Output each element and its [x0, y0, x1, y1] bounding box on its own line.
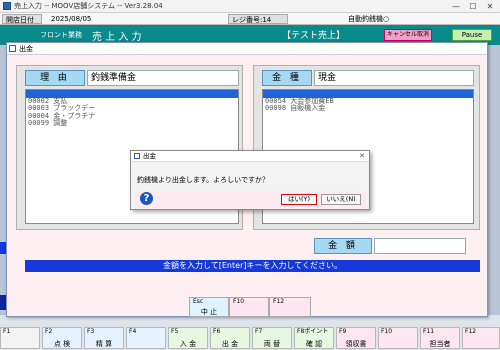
key-name: F6 — [213, 328, 221, 335]
confirm-title-bar: 出金 ✕ — [131, 151, 369, 162]
key-name: F9 — [339, 328, 347, 335]
window-title: 売上入力 -- MOOV店舗システム -- Ver3.28.04 — [14, 2, 163, 10]
function-key-bar: F1 F2 点 検 F3 精 算 F4 F5 入 金 F6 出 金 F7 両 替 F8ポイ… — [0, 326, 500, 350]
title-bar: 売上入力 -- MOOV店舗システム -- Ver3.28.04 — ☐ ✕ — [0, 0, 500, 13]
key-name: F12 — [273, 298, 285, 305]
minimize-button[interactable]: — — [448, 1, 464, 12]
info-bar: 開店日付 2025/08/05 レジ番号:14 自動釣銭機○ — [0, 13, 500, 25]
kind-label: 金 種 — [262, 70, 312, 86]
key-label: 確 認 — [305, 340, 323, 348]
f7-key[interactable]: F7 両 替 — [252, 327, 292, 349]
key-name: F5 — [171, 328, 179, 335]
key-label: 両 替 — [263, 340, 281, 348]
confirm-dialog: 出金 ✕ 釣銭機より出金します。よろしいですか？ ? はい(Y) いいえ(N) — [130, 150, 370, 210]
key-name: F2 — [45, 328, 53, 335]
amount-input[interactable] — [374, 238, 466, 254]
background-panel-right — [488, 45, 500, 315]
open-date-value: 2025/08/05 — [51, 15, 92, 23]
close-button[interactable]: ✕ — [482, 1, 498, 12]
reason-field[interactable]: 釣銭準備金 — [87, 70, 239, 86]
key-label: 出 金 — [221, 340, 239, 348]
list-item[interactable]: 00099 調整 — [26, 119, 238, 128]
question-icon: ? — [140, 192, 153, 205]
confirm-close-icon[interactable]: ✕ — [359, 151, 365, 161]
pause-button[interactable]: Pause — [452, 29, 492, 41]
f6-key[interactable]: F6 出 金 — [210, 327, 250, 349]
key-label: 入 金 — [179, 340, 197, 348]
open-date-label: 開店日付 — [2, 14, 42, 24]
key-name: F4 — [129, 328, 137, 335]
f2-key[interactable]: F2 点 検 — [42, 327, 82, 349]
no-button[interactable]: いいえ(N) — [321, 194, 361, 205]
key-name: F11 — [423, 328, 435, 335]
module-title: 売 上 入 力 — [92, 32, 142, 43]
key-name: F1 — [3, 328, 11, 335]
confirm-app-icon — [134, 153, 140, 159]
key-name: F3 — [87, 328, 95, 335]
amount-label: 金 額 — [314, 238, 372, 254]
auto-changer-status: 自動釣銭機○ — [348, 15, 390, 23]
f9-key[interactable]: F9 領収書 — [336, 327, 376, 349]
key-label: 領収書 — [345, 340, 367, 348]
key-label: 点 検 — [53, 340, 71, 348]
reason-label: 理 由 — [25, 70, 85, 86]
test-sales-label: 【テスト売上】 — [282, 31, 346, 41]
dialog-app-icon — [9, 45, 16, 52]
f12-key[interactable]: F12 — [269, 297, 311, 317]
confirm-title: 出金 — [143, 152, 156, 160]
key-name: F10 — [381, 328, 393, 335]
list-item[interactable]: 00098 自販機入金 — [263, 104, 473, 113]
key-name: F10 — [233, 298, 245, 305]
f10-key[interactable]: F10 — [229, 297, 269, 317]
dialog-title: 出金 — [19, 45, 33, 53]
confirm-message: 釣銭機より出金します。よろしいですか？ — [137, 176, 269, 184]
instruction-message: 金額を入力して[Enter]キーを入力してください。 — [25, 260, 480, 272]
f11-key[interactable]: F11 担当者 — [420, 327, 460, 349]
app-icon — [3, 2, 11, 10]
cancel-undo-button[interactable]: キャンセル取消 — [384, 29, 432, 41]
key-label: 中 止 — [200, 308, 218, 316]
f8-key[interactable]: F8ポイント確 認 — [294, 327, 334, 349]
f12-function-key[interactable]: F12 — [462, 327, 500, 349]
dialog-title-bar: 出金 — [7, 43, 487, 55]
kind-field[interactable]: 現金 — [314, 70, 474, 86]
f1-key[interactable]: F1 — [0, 327, 40, 349]
yes-button[interactable]: はい(Y) — [281, 194, 317, 205]
f10-function-key[interactable]: F10 — [378, 327, 418, 349]
key-name: F7 — [255, 328, 263, 335]
esc-cancel-key[interactable]: Esc 中 止 — [189, 297, 229, 317]
key-name: F12 — [465, 328, 477, 335]
front-label: フロント業務 — [40, 31, 82, 39]
maximize-button[interactable]: ☐ — [465, 1, 481, 12]
key-label: 担当者 — [429, 340, 451, 348]
f4-key[interactable]: F4 — [126, 327, 166, 349]
key-name: Esc — [193, 298, 204, 305]
f5-key[interactable]: F5 入 金 — [168, 327, 208, 349]
f3-key[interactable]: F3 精 算 — [84, 327, 124, 349]
key-name: F8ポイント — [297, 328, 329, 335]
register-number: レジ番号:14 — [228, 14, 288, 24]
key-label: 精 算 — [95, 340, 113, 348]
